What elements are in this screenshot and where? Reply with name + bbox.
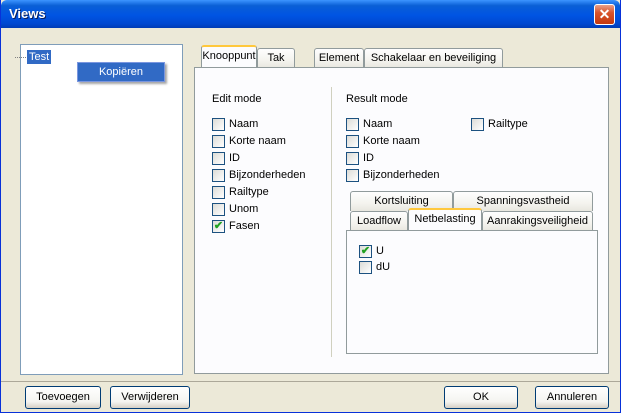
edit-mode-item-label: Bijzonderheden <box>229 169 306 181</box>
tab-aanrakingsveiligheid[interactable]: Aanrakingsveiligheid <box>482 211 593 231</box>
ok-button[interactable]: OK <box>444 386 518 409</box>
title-bar[interactable]: Views ✕ <box>1 0 620 28</box>
mode-separator <box>331 87 332 357</box>
close-button[interactable]: ✕ <box>594 4 615 25</box>
context-menu: Kopiëren <box>77 62 165 82</box>
tab-loadflow[interactable]: Loadflow <box>350 211 408 231</box>
edit-mode-item-checkbox[interactable] <box>212 186 225 199</box>
add-button[interactable]: Toevoegen <box>25 386 101 409</box>
result-mode-heading: Result mode <box>346 93 408 105</box>
edit-mode-item-label: Korte naam <box>229 135 286 147</box>
tree-connector-line <box>15 57 26 58</box>
views-dialog: Views ✕ Test Kopiëren Knooppunt Tak Elem… <box>0 0 621 413</box>
checkmark-icon: ✔ <box>360 245 371 257</box>
result-railtype-checkbox[interactable] <box>471 118 484 131</box>
edit-mode-item-checkbox[interactable] <box>212 152 225 165</box>
tree-node-test[interactable]: Test <box>27 50 52 64</box>
netbelasting-item-checkbox[interactable]: ✔ <box>359 245 372 258</box>
edit-mode-item-checkbox[interactable] <box>212 118 225 131</box>
edit-mode-item-label: Fasen <box>229 220 260 232</box>
context-menu-item-copy[interactable]: Kopiëren <box>78 63 164 81</box>
edit-mode-item-label: Railtype <box>229 186 269 198</box>
tab-schakelaar-en-beveiliging[interactable]: Schakelaar en beveiliging <box>364 48 503 68</box>
checkmark-icon: ✔ <box>213 220 224 232</box>
result-railtype-label: Railtype <box>488 118 528 130</box>
result-mode-item-checkbox[interactable] <box>346 118 359 131</box>
cancel-button[interactable]: Annuleren <box>535 386 609 409</box>
result-mode-item-label: Bijzonderheden <box>363 169 440 181</box>
edit-mode-heading: Edit mode <box>212 93 262 105</box>
edit-mode-item-checkbox[interactable] <box>212 169 225 182</box>
footer-divider <box>1 381 620 382</box>
tab-knooppunt[interactable]: Knooppunt <box>201 45 257 67</box>
result-mode-item-label: ID <box>363 152 374 164</box>
result-mode-item-checkbox[interactable] <box>346 135 359 148</box>
netbelasting-item-label: dU <box>376 261 391 273</box>
tab-element[interactable]: Element <box>314 48 364 68</box>
views-tree[interactable] <box>20 44 183 375</box>
edit-mode-item-label: Naam <box>229 118 259 130</box>
tab-netbelasting[interactable]: Netbelasting <box>408 208 482 230</box>
result-mode-item-checkbox[interactable] <box>346 169 359 182</box>
netbelasting-item-checkbox[interactable] <box>359 261 372 274</box>
netbelasting-item-label: U <box>376 245 384 257</box>
window-title: Views <box>9 6 46 21</box>
edit-mode-item-checkbox[interactable] <box>212 135 225 148</box>
edit-mode-item-checkbox[interactable] <box>212 203 225 216</box>
close-icon: ✕ <box>598 6 611 22</box>
result-mode-item-label: Naam <box>363 118 393 130</box>
result-mode-item-checkbox[interactable] <box>346 152 359 165</box>
edit-mode-item-label: Unom <box>229 203 259 215</box>
edit-mode-item-label: ID <box>229 152 240 164</box>
remove-button[interactable]: Verwijderen <box>110 386 190 409</box>
edit-mode-item-checkbox[interactable]: ✔ <box>212 220 225 233</box>
tab-tak[interactable]: Tak <box>257 48 295 68</box>
result-mode-item-label: Korte naam <box>363 135 420 147</box>
